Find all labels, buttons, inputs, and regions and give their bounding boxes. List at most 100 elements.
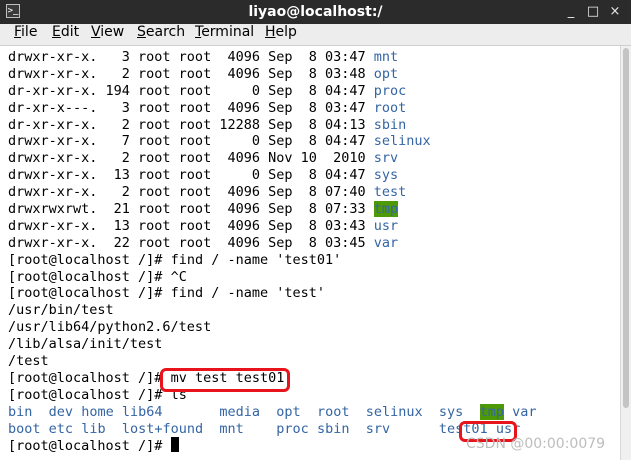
menu-bar: File Edit View Search Terminal Help xyxy=(0,24,631,46)
output-line: /usr/bin/test xyxy=(8,302,536,319)
listing-row: dr-xr-xr-x. 2 root root 12288 Sep 8 04:1… xyxy=(8,117,536,134)
shell-prompt: [root@localhost /]# xyxy=(8,386,171,403)
directory-name: boot xyxy=(8,420,41,437)
shell-prompt: [root@localhost /]# xyxy=(8,438,171,455)
listing-row: drwxr-xr-x. 22 root root 4096 Sep 8 03:4… xyxy=(8,235,536,252)
listing-meta: dr-xr-x---. 3 root root 4096 Sep 8 03:47 xyxy=(8,99,374,116)
directory-name: selinux xyxy=(365,403,423,420)
directory-name: tmp xyxy=(479,403,504,420)
listing-row: dr-xr-xr-x. 194 root root 0 Sep 8 04:47 … xyxy=(8,83,536,100)
directory-name: srv xyxy=(365,420,391,437)
directory-name: srv xyxy=(373,150,399,167)
directory-name: sys xyxy=(373,167,399,184)
listing-meta: dr-xr-xr-x. 2 root root 12288 Sep 8 04:1… xyxy=(8,116,374,133)
listing-meta: drwxrwxrwt. 21 root root 4096 Sep 8 07:3… xyxy=(8,201,374,218)
directory-name: sys xyxy=(438,403,464,420)
command-line: [root@localhost /]# find / -name 'test' xyxy=(8,285,536,302)
directory-name: sbin xyxy=(373,116,407,133)
window-title: liyao@localhost:/ xyxy=(248,4,383,20)
text-cursor xyxy=(170,437,179,453)
directory-name: selinux xyxy=(373,133,431,150)
directory-name: sbin xyxy=(316,420,350,437)
terminal-icon: >_ xyxy=(6,4,20,18)
directory-name: var xyxy=(373,234,399,251)
directory-name: bin xyxy=(8,403,33,420)
ls-output-row: boot etc lib lost+found mnt proc sbin sr… xyxy=(8,421,536,438)
directory-name: opt xyxy=(373,65,399,82)
directory-name: etc xyxy=(48,420,74,437)
output-text: /lib/alsa/init/test xyxy=(8,336,163,353)
output-line: /lib/alsa/init/test xyxy=(8,336,536,353)
menu-file[interactable]: File xyxy=(14,24,37,46)
listing-row: drwxr-xr-x. 3 root root 4096 Sep 8 03:47… xyxy=(8,49,536,66)
listing-row: drwxr-xr-x. 2 root root 4096 Sep 8 03:48… xyxy=(8,66,536,83)
listing-row: dr-xr-x---. 3 root root 4096 Sep 8 03:47… xyxy=(8,100,536,117)
listing-meta: drwxr-xr-x. 13 root root 4096 Sep 8 03:4… xyxy=(8,217,374,234)
ls-output-row: bin dev home lib64 media opt root selinu… xyxy=(8,403,537,421)
listing-meta: drwxr-xr-x. 2 root root 4096 Nov 10 2010 xyxy=(8,150,374,167)
listing-row: drwxr-xr-x. 13 root root 0 Sep 8 04:47 s… xyxy=(8,167,536,184)
watermark: CSDN @00:00:0079 xyxy=(466,436,606,452)
listing-row: drwxr-xr-x. 2 root root 4096 Nov 10 2010… xyxy=(8,150,536,167)
listing-meta: drwxr-xr-x. 7 root root 0 Sep 8 04:47 xyxy=(8,133,374,150)
maximize-button[interactable]: □ xyxy=(584,3,602,21)
directory-name: media xyxy=(219,403,261,420)
scrollbar-thumb[interactable] xyxy=(623,48,629,408)
command-line: [root@localhost /]# ^C xyxy=(8,269,536,286)
output-line: /usr/lib64/python2.6/test xyxy=(8,319,536,336)
command-text: ls xyxy=(170,386,187,403)
listing-meta: drwxr-xr-x. 2 root root 4096 Sep 8 07:40 xyxy=(8,184,374,201)
menu-search[interactable]: Search xyxy=(137,24,185,46)
command-line: [root@localhost /]# ls xyxy=(8,387,536,404)
terminal-scrollbar[interactable] xyxy=(620,46,631,460)
command-line: [root@localhost /]# find / -name 'test01… xyxy=(8,252,536,269)
listing-row: drwxr-xr-x. 2 root root 4096 Sep 8 07:40… xyxy=(8,184,536,201)
close-button[interactable]: × xyxy=(606,3,624,21)
directory-name: usr xyxy=(373,217,399,234)
directory-name: mnt xyxy=(219,420,244,437)
menu-view[interactable]: View xyxy=(91,24,124,46)
listing-row: drwxr-xr-x. 7 root root 0 Sep 8 04:47 se… xyxy=(8,133,536,150)
output-text: /usr/lib64/python2.6/test xyxy=(8,319,212,336)
command-line: [root@localhost /]# mv test test01 xyxy=(8,370,536,387)
listing-row: drwxrwxrwt. 21 root root 4096 Sep 8 07:3… xyxy=(8,201,536,218)
menu-help[interactable]: Help xyxy=(265,24,297,46)
directory-name: usr xyxy=(495,420,521,437)
listing-meta: dr-xr-xr-x. 194 root root 0 Sep 8 04:47 xyxy=(8,82,374,99)
command-text: mv test test01 xyxy=(170,369,285,386)
directory-name: test01 xyxy=(438,420,488,437)
directory-name: mnt xyxy=(373,49,399,65)
directory-name: tmp xyxy=(373,201,399,218)
directory-name: proc xyxy=(276,420,309,437)
directory-name: var xyxy=(512,403,537,420)
command-line: [root@localhost /]# xyxy=(8,437,536,454)
menu-terminal[interactable]: Terminal xyxy=(195,24,254,46)
command-text: ^C xyxy=(170,268,187,285)
window-titlebar[interactable]: >_ liyao@localhost:/ _ □ × xyxy=(0,0,631,24)
listing-meta: drwxr-xr-x. 3 root root 4096 Sep 8 03:47 xyxy=(8,49,374,65)
command-text: find / -name 'test' xyxy=(170,285,325,302)
shell-prompt: [root@localhost /]# xyxy=(8,285,171,302)
directory-name: lib64 xyxy=(121,403,163,420)
minimize-button[interactable]: _ xyxy=(562,3,580,21)
listing-meta: drwxr-xr-x. 22 root root 4096 Sep 8 03:4… xyxy=(8,234,374,251)
directory-name: test xyxy=(373,184,407,201)
directory-name: proc xyxy=(373,82,407,99)
shell-prompt: [root@localhost /]# xyxy=(8,251,171,268)
output-text: /usr/bin/test xyxy=(8,302,114,319)
shell-prompt: [root@localhost /]# xyxy=(8,369,171,386)
directory-name: opt xyxy=(276,403,301,420)
output-line: /test xyxy=(8,353,536,370)
terminal-output[interactable]: drwxr-xr-x. 3 root root 4096 Sep 8 03:47… xyxy=(0,46,620,460)
command-text: find / -name 'test01' xyxy=(170,251,342,268)
directory-name: root xyxy=(316,403,350,420)
output-text: /test xyxy=(8,353,49,370)
directory-name: home xyxy=(81,403,114,420)
directory-name: lib xyxy=(81,420,106,437)
terminal-text: drwxr-xr-x. 3 root root 4096 Sep 8 03:47… xyxy=(8,49,536,454)
listing-meta: drwxr-xr-x. 13 root root 0 Sep 8 04:47 xyxy=(8,167,374,184)
menu-edit[interactable]: Edit xyxy=(52,24,79,46)
listing-meta: drwxr-xr-x. 2 root root 4096 Sep 8 03:48 xyxy=(8,65,374,82)
directory-name: lost+found xyxy=(121,420,204,437)
directory-name: dev xyxy=(48,403,74,420)
